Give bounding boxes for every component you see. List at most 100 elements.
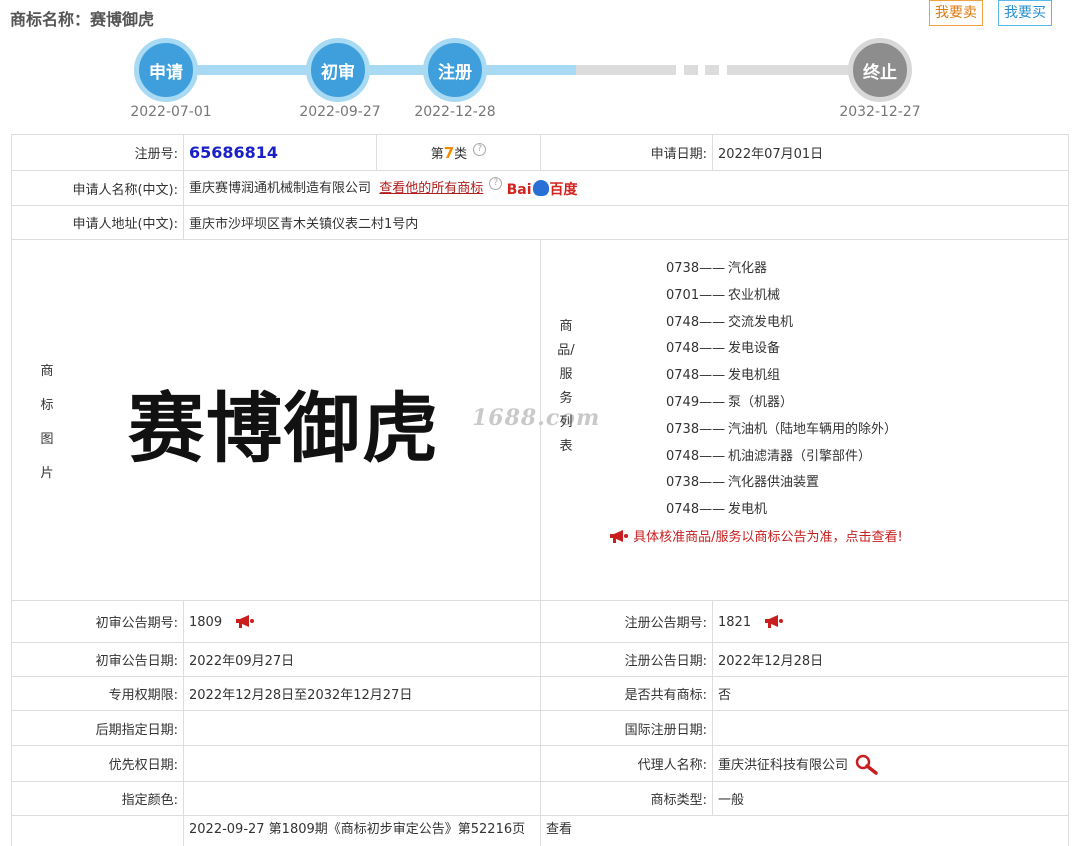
timeline-step-apply: 申请 <box>134 38 198 102</box>
trademark-image-cell: 商标图片 赛博御虎 1688.com <box>11 239 599 601</box>
applicant-label: 申请人名称(中文): <box>11 170 184 206</box>
table-row: 优先权日期: 代理人名称: 重庆洪征科技有限公司 <box>11 745 1069 782</box>
prelim-no-cell: 1809 <box>183 600 541 643</box>
reg-no-value: 65686814 <box>189 143 279 162</box>
applicant-value: 重庆赛博润通机械制造有限公司 <box>189 181 372 197</box>
services-notice-link[interactable]: 具体核准商品/服务以商标公告为准，点击查看! <box>609 526 903 545</box>
sell-button[interactable]: 我要卖 <box>929 0 983 26</box>
timeline-step-register: 注册 <box>423 38 487 102</box>
list-item: 0748—— 发电设备 <box>666 341 781 357</box>
services-list: 0738—— 汽化器 0701—— 农业机械 0748—— 交流发电机 0748—— 发… <box>666 256 897 524</box>
trademark-image: 赛博御虎 <box>128 384 440 473</box>
table-row: 注册号: 65686814 第7类 ? 申请日期: 2022年07月01日 <box>11 134 1069 171</box>
timeline-dash <box>705 65 719 75</box>
timeline-dash <box>684 65 698 75</box>
megaphone-icon[interactable] <box>235 614 255 628</box>
agent-value: 重庆洪征科技有限公司 <box>718 757 849 773</box>
timeline-date: 2022-12-28 <box>414 104 496 120</box>
priority-date-label: 优先权日期: <box>11 745 184 782</box>
apply-date-label: 申请日期: <box>540 134 713 171</box>
color-label: 指定颜色: <box>11 781 184 816</box>
prelim-date-value: 2022年09月27日 <box>183 642 541 677</box>
baidu-paw-icon <box>532 179 549 196</box>
trademark-title-label: 商标名称： <box>10 10 91 29</box>
class-cell: 第7类 ? <box>376 134 541 171</box>
megaphone-icon <box>610 530 628 543</box>
trademark-info-table: 注册号: 65686814 第7类 ? 申请日期: 2022年07月01日 申请… <box>11 134 1069 846</box>
trademark-name: 赛博御虎 <box>90 10 155 29</box>
history-entry: 2022-09-27 第1809期《商标初步审定公告》第52216页 <box>183 815 541 846</box>
services-cell: 商品/服务列表 0738—— 汽化器 0701—— 农业机械 0748—— 交流发电机… <box>540 239 1069 601</box>
image-label-vertical: 商标图片 <box>37 355 57 491</box>
help-icon[interactable]: ? <box>489 177 503 191</box>
prelim-date-label: 初审公告日期: <box>11 642 184 677</box>
list-item: 0738—— 汽油机（陆地车辆用的除外） <box>666 421 898 437</box>
class-number: 7 <box>443 144 455 162</box>
apply-date-value: 2022年07月01日 <box>712 134 1069 171</box>
services-label-vertical: 商品/服务列表 <box>556 315 576 459</box>
help-icon[interactable]: ? <box>473 143 487 156</box>
agent-label: 代理人名称: <box>540 745 713 782</box>
list-item: 0748—— 机油滤清器（引擎部件） <box>666 448 872 464</box>
later-date-label: 后期指定日期: <box>11 710 184 746</box>
view-all-trademarks-link[interactable]: 查看他的所有商标 <box>379 181 483 196</box>
exclusive-label: 专用权期限: <box>11 676 184 711</box>
later-date-value <box>183 710 541 746</box>
table-row: 商标图片 赛博御虎 1688.com 商品/服务列表 0738—— 汽化器 070… <box>11 239 1069 601</box>
intl-date-value <box>712 710 1069 746</box>
list-item: 0738—— 汽化器供油装置 <box>666 475 820 491</box>
address-label: 申请人地址(中文): <box>11 205 184 240</box>
timeline-step-terminate: 终止 <box>848 38 912 102</box>
applicant-cell: 重庆赛博润通机械制造有限公司 查看他的所有商标 ? Bai 百度 <box>183 170 1069 206</box>
reg-notice-no-label: 注册公告期号: <box>540 600 713 643</box>
timeline-step-prelim: 初审 <box>306 38 370 102</box>
trademark-title: 商标名称：赛博御虎 <box>10 6 154 30</box>
table-row: 初审公告日期: 2022年09月27日 注册公告日期: 2022年12月28日 <box>11 642 1069 677</box>
table-row: 申请人地址(中文): 重庆市沙坪坝区青木关镇仪表二村1号内 <box>11 205 1069 240</box>
services-label: 商品/服务列表 <box>557 319 575 454</box>
history-view-link[interactable]: 查看 <box>540 815 1069 846</box>
list-item: 0749—— 泵（机器） <box>666 394 794 410</box>
list-item: 0701—— 农业机械 <box>666 287 781 303</box>
reg-no-cell: 65686814 <box>183 134 377 171</box>
buy-button[interactable]: 我要买 <box>998 0 1052 26</box>
intl-date-label: 国际注册日期: <box>540 710 713 746</box>
address-value: 重庆市沙坪坝区青木关镇仪表二村1号内 <box>183 205 1069 240</box>
reg-notice-no-value: 1821 <box>718 614 752 630</box>
reg-notice-no-cell: 1821 <box>712 600 1069 643</box>
prelim-no-value: 1809 <box>189 614 223 630</box>
prelim-no-label: 初审公告期号: <box>11 600 184 643</box>
table-row: 申请人名称(中文): 重庆赛博润通机械制造有限公司 查看他的所有商标 ? Bai… <box>11 170 1069 206</box>
reg-notice-date-label: 注册公告日期: <box>540 642 713 677</box>
agent-cell: 重庆洪征科技有限公司 <box>712 745 1069 782</box>
timeline-date: 2022-09-27 <box>299 104 381 120</box>
megaphone-icon[interactable] <box>764 614 784 628</box>
timeline-remaining-bar <box>576 65 676 75</box>
list-item: 0738—— 汽化器 <box>666 261 768 276</box>
shared-value: 否 <box>712 676 1069 711</box>
services-notice-text: 具体核准商品/服务以商标公告为准，点击查看! <box>633 530 903 545</box>
color-value <box>183 781 541 816</box>
type-label: 商标类型: <box>540 781 713 816</box>
shared-label: 是否共有商标: <box>540 676 713 711</box>
timeline-date: 2022-07-01 <box>130 104 212 120</box>
list-item: 0748—— 交流发电机 <box>666 314 794 330</box>
timeline-date: 2032-12-27 <box>839 104 921 120</box>
timeline-progress-bar <box>166 65 576 75</box>
priority-date-value <box>183 745 541 782</box>
reg-notice-date-value: 2022年12月28日 <box>712 642 1069 677</box>
table-row: 专用权期限: 2022年12月28日至2032年12月27日 是否共有商标: 否 <box>11 676 1069 711</box>
history-label <box>11 815 184 846</box>
search-icon[interactable] <box>852 753 880 775</box>
table-row: 指定颜色: 商标类型: 一般 <box>11 781 1069 816</box>
class-prefix: 第 <box>430 147 444 162</box>
list-item: 0748—— 发电机组 <box>666 368 781 384</box>
baidu-search-logo[interactable]: Bai 百度 <box>507 179 578 199</box>
image-label: 商标图片 <box>40 364 54 481</box>
table-row: 初审公告期号: 1809 注册公告期号: 1821 <box>11 600 1069 643</box>
list-item: 0748—— 发电机 <box>666 502 768 518</box>
exclusive-value: 2022年12月28日至2032年12月27日 <box>183 676 541 711</box>
table-row: 后期指定日期: 国际注册日期: <box>11 710 1069 746</box>
table-row: 2022-09-27 第1809期《商标初步审定公告》第52216页 查看 <box>11 815 1069 846</box>
reg-no-label: 注册号: <box>11 134 184 171</box>
